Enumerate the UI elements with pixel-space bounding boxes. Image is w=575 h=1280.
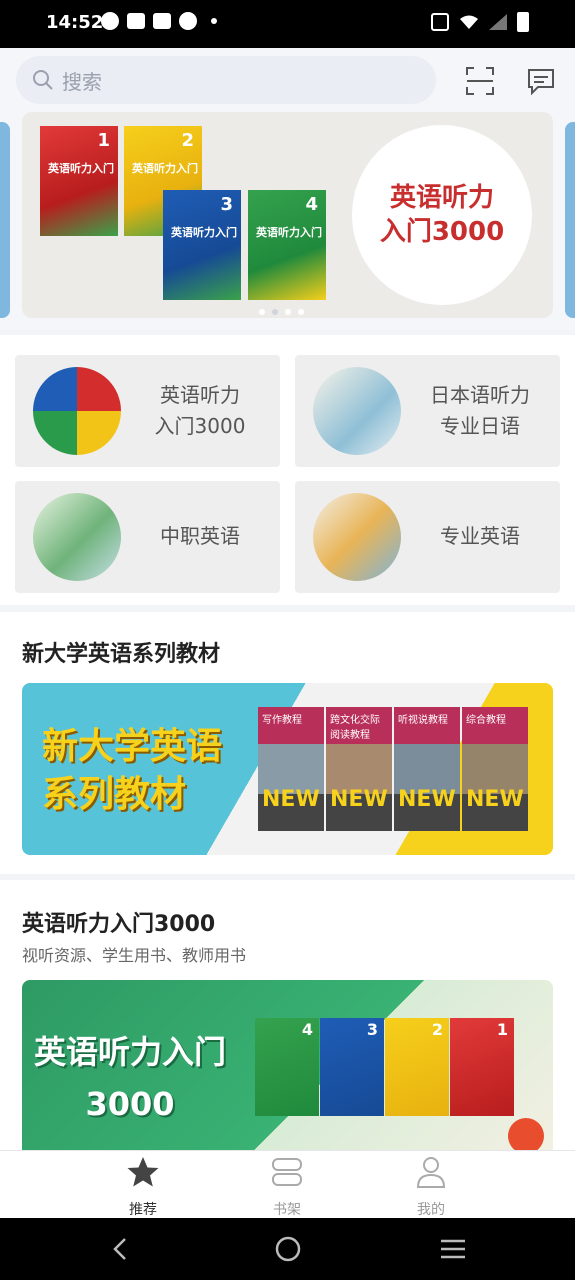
decorative-circle	[508, 1118, 544, 1152]
status-bar: 14:52	[0, 0, 575, 48]
book-cover: 综合教程 NEW	[462, 707, 528, 831]
system-navigation-bar	[0, 1218, 575, 1280]
category-thumbnail	[313, 493, 401, 581]
book-cover: 跨文化交际阅读教程 NEW	[326, 707, 392, 831]
banner-title-line2: 入门3000	[379, 217, 505, 247]
section-banner[interactable]: 英语听力入门 3000 4 3 2 1	[22, 980, 553, 1152]
carousel-dot	[259, 309, 265, 315]
search-icon	[33, 70, 53, 90]
message-icon[interactable]	[526, 66, 556, 96]
category-label: 专业英语	[440, 524, 520, 548]
tab-recommend[interactable]: 推荐	[98, 1151, 188, 1219]
banner-title-circle: 英语听力 入门3000	[352, 125, 532, 305]
book-cover-3: 3 英语听力入门	[163, 190, 241, 300]
banner-carousel[interactable]: 1 英语听力入门 2 英语听力入门 3 英语听力入门 4 英语听力入门 英语听力…	[0, 110, 575, 330]
status-time: 14:52	[46, 12, 104, 33]
search-bar[interactable]: 搜索	[16, 56, 436, 104]
signal-icon	[489, 14, 507, 30]
section-english-listening-3000: 英语听力入门3000 视听资源、学生用书、教师用书 英语听力入门 3000 4 …	[0, 880, 575, 1152]
scan-icon[interactable]	[465, 66, 495, 96]
book-cover: 写作教程 NEW	[258, 707, 324, 831]
category-grid: 英语听力 入门3000 日本语听力 专业日语 中职英语 专业英语	[0, 335, 575, 605]
bookshelf-icon	[272, 1158, 302, 1186]
category-thumbnail	[33, 493, 121, 581]
battery-icon	[517, 12, 529, 32]
carousel-next-peek[interactable]	[565, 122, 575, 318]
category-vocational-english[interactable]: 中职英语	[15, 481, 280, 593]
app-notification-icon	[101, 12, 119, 30]
recent-apps-icon[interactable]	[440, 1236, 466, 1262]
top-bar: 搜索	[0, 48, 575, 110]
tab-label: 推荐	[129, 1202, 157, 1218]
section-title[interactable]: 英语听力入门3000	[22, 906, 215, 938]
category-label: 中职英语	[160, 524, 240, 548]
banner-title-line1: 英语听力	[389, 183, 494, 213]
book-cover: 3	[320, 1018, 384, 1116]
carousel-dot-active	[272, 309, 278, 315]
star-icon	[127, 1157, 159, 1187]
mail-icon	[153, 13, 171, 29]
system-icons	[431, 12, 529, 32]
home-icon[interactable]	[275, 1236, 301, 1262]
more-notifications-icon	[211, 18, 217, 24]
category-thumbnail	[313, 367, 401, 455]
category-professional-english[interactable]: 专业英语	[295, 481, 560, 593]
banner-headline: 新大学英语 系列教材	[42, 726, 223, 815]
carousel-dot	[298, 309, 304, 315]
back-icon[interactable]	[108, 1236, 134, 1262]
carousel-dot	[285, 309, 291, 315]
search-placeholder: 搜索	[62, 69, 102, 94]
section-banner[interactable]: 新大学英语 系列教材 写作教程 NEW 跨文化交际阅读教程 NEW 听视说教程 …	[22, 683, 553, 855]
category-japanese-listening[interactable]: 日本语听力 专业日语	[295, 355, 560, 467]
mail-icon	[127, 13, 145, 29]
person-icon	[416, 1157, 446, 1188]
shield-icon	[179, 12, 197, 30]
category-label: 日本语听力 专业日语	[430, 383, 530, 438]
section-new-college-english: 新大学英语系列教材 新大学英语 系列教材 写作教程 NEW 跨文化交际阅读教程 …	[0, 612, 575, 874]
book-cover: 2	[385, 1018, 449, 1116]
book-cover-4: 4 英语听力入门	[248, 190, 326, 300]
carousel-prev-peek[interactable]	[0, 122, 10, 318]
vibrate-icon	[431, 13, 449, 31]
wifi-icon	[460, 15, 478, 29]
section-title[interactable]: 新大学英语系列教材	[22, 636, 220, 668]
carousel-banner[interactable]: 1 英语听力入门 2 英语听力入门 3 英语听力入门 4 英语听力入门 英语听力…	[22, 112, 553, 318]
book-cover: 4	[255, 1018, 319, 1116]
tab-label: 我的	[417, 1202, 445, 1218]
carousel-indicator	[259, 309, 304, 315]
tab-bookshelf[interactable]: 书架	[242, 1151, 332, 1219]
tab-label: 书架	[273, 1202, 301, 1218]
book-cover: 1	[450, 1018, 514, 1116]
category-english-listening[interactable]: 英语听力 入门3000	[15, 355, 280, 467]
bottom-tab-bar: 推荐 书架 我的	[0, 1150, 575, 1219]
tab-mine[interactable]: 我的	[386, 1151, 476, 1219]
book-cover: 听视说教程 NEW	[394, 707, 460, 831]
notification-icons	[101, 12, 217, 30]
book-cover-1: 1 英语听力入门	[40, 126, 118, 236]
banner-headline: 英语听力入门 3000	[33, 1033, 226, 1123]
section-subtitle: 视听资源、学生用书、教师用书	[22, 946, 247, 965]
category-label: 英语听力 入门3000	[154, 383, 246, 438]
category-thumbnail	[33, 367, 121, 455]
